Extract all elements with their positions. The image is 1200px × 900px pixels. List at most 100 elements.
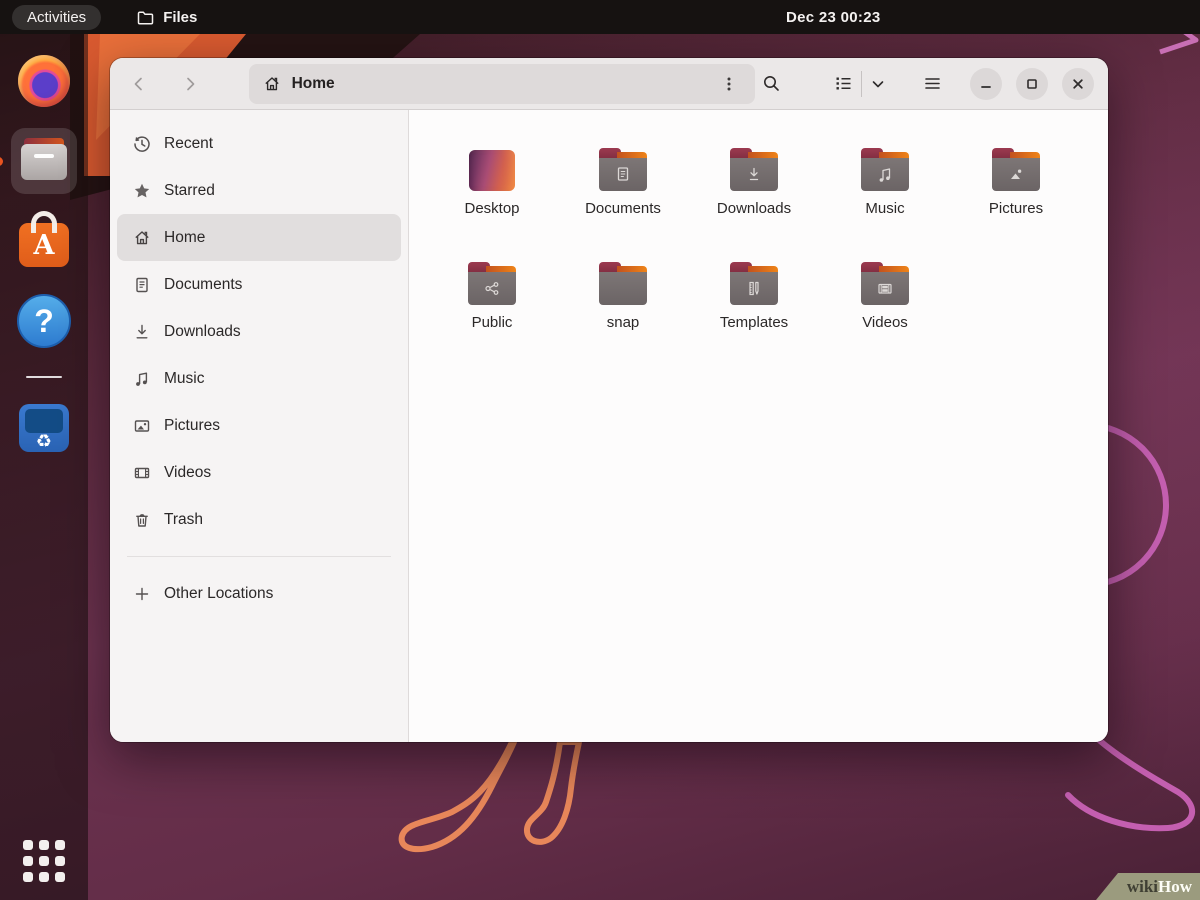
dock-divider bbox=[26, 376, 62, 378]
sidebar-item-label: Home bbox=[164, 228, 206, 246]
trash-icon bbox=[136, 513, 148, 527]
hamburger-menu-icon bbox=[924, 78, 940, 89]
folder-music-icon bbox=[861, 148, 909, 191]
watermark-wiki: wiki bbox=[1126, 876, 1158, 896]
sidebar-item-pictures[interactable]: Pictures bbox=[117, 402, 401, 449]
app-menu-label: Files bbox=[163, 8, 198, 26]
sidebar-item-label: Downloads bbox=[164, 322, 241, 340]
folder-share-icon bbox=[468, 262, 516, 305]
file-label: Downloads bbox=[716, 200, 792, 217]
location-menu-button[interactable] bbox=[713, 68, 745, 100]
dock-help[interactable]: ? bbox=[11, 288, 77, 354]
file-item-music[interactable]: Music bbox=[830, 148, 940, 248]
documents-icon bbox=[136, 277, 148, 292]
sidebar-item-starred[interactable]: Starred bbox=[117, 167, 401, 214]
file-grid: Desktop Documents Downloads Music Pictur… bbox=[437, 148, 1097, 362]
files-icon bbox=[21, 138, 67, 180]
file-item-documents[interactable]: Documents bbox=[568, 148, 678, 248]
dock-trash[interactable]: ♻ bbox=[11, 392, 77, 458]
minimize-icon bbox=[981, 85, 991, 88]
view-options-button[interactable] bbox=[864, 68, 892, 100]
files-window: Home Recent Starred Home Documents Downl… bbox=[110, 58, 1108, 742]
sidebar-item-label: Music bbox=[164, 369, 205, 387]
folder-icon bbox=[137, 11, 154, 24]
dock-ubuntu-software[interactable]: A bbox=[11, 208, 77, 274]
sidebar-item-videos[interactable]: Videos bbox=[117, 449, 401, 496]
current-location-label: Home bbox=[291, 74, 335, 92]
folder-templates-icon bbox=[730, 262, 778, 305]
music-icon bbox=[136, 372, 148, 386]
starred-icon bbox=[134, 183, 150, 197]
sidebar-item-label: Starred bbox=[164, 181, 215, 199]
sidebar-item-trash[interactable]: Trash bbox=[117, 496, 401, 543]
dock-files[interactable] bbox=[0, 128, 77, 194]
file-item-pictures[interactable]: Pictures bbox=[961, 148, 1071, 248]
sidebar-item-other-locations[interactable]: Other Locations bbox=[117, 570, 401, 617]
file-label: snap bbox=[606, 314, 640, 331]
sidebar-item-label: Pictures bbox=[164, 416, 220, 434]
sidebar-item-label: Videos bbox=[164, 463, 212, 481]
sidebar-item-downloads[interactable]: Downloads bbox=[117, 308, 401, 355]
pictures-icon bbox=[134, 419, 150, 432]
recent-icon bbox=[134, 135, 150, 152]
list-view-button[interactable] bbox=[827, 68, 859, 100]
kebab-menu-icon bbox=[727, 77, 731, 90]
close-button[interactable] bbox=[1062, 67, 1094, 100]
home-icon bbox=[135, 230, 149, 244]
path-bar[interactable]: Home bbox=[248, 63, 755, 104]
app-grid-button[interactable] bbox=[0, 840, 88, 882]
watermark-how: How bbox=[1158, 876, 1192, 896]
sidebar-item-music[interactable]: Music bbox=[117, 355, 401, 402]
maximize-button[interactable] bbox=[1016, 67, 1048, 100]
main-menu-button[interactable] bbox=[916, 68, 948, 100]
app-grid-icon bbox=[23, 840, 65, 882]
file-label: Pictures bbox=[988, 200, 1044, 217]
file-item-videos[interactable]: Videos bbox=[830, 262, 940, 362]
app-menu-files[interactable]: Files bbox=[137, 9, 197, 26]
file-item-public[interactable]: Public bbox=[437, 262, 547, 362]
forward-button[interactable] bbox=[175, 69, 205, 99]
file-label: Public bbox=[471, 314, 513, 331]
file-label: Desktop bbox=[464, 200, 520, 217]
sidebar-item-home[interactable]: Home bbox=[117, 214, 401, 261]
back-icon bbox=[134, 77, 142, 90]
desktop-gradient-icon bbox=[469, 150, 515, 191]
file-item-desktop[interactable]: Desktop bbox=[437, 148, 547, 248]
ubuntu-software-icon: A bbox=[19, 211, 69, 267]
folder-plain-icon bbox=[599, 262, 647, 305]
file-label: Videos bbox=[862, 314, 908, 331]
view-group-divider bbox=[861, 70, 862, 97]
header-bar: Home bbox=[110, 58, 1108, 110]
file-label: Documents bbox=[585, 200, 661, 217]
file-item-downloads[interactable]: Downloads bbox=[699, 148, 809, 248]
running-indicator bbox=[0, 157, 3, 166]
help-icon: ? bbox=[17, 294, 71, 348]
sidebar-item-recent[interactable]: Recent bbox=[117, 120, 401, 167]
dock-firefox[interactable] bbox=[11, 48, 77, 114]
list-view-icon bbox=[836, 77, 850, 90]
plus-icon bbox=[135, 587, 149, 600]
file-item-snap[interactable]: snap bbox=[568, 262, 678, 362]
maximize-icon bbox=[1027, 78, 1037, 89]
downloads-icon bbox=[136, 324, 148, 338]
trash-icon: ♻ bbox=[19, 404, 69, 452]
folder-pictures-icon bbox=[992, 148, 1040, 191]
file-item-templates[interactable]: Templates bbox=[699, 262, 809, 362]
top-bar: Activities Files Dec 23 00:23 bbox=[0, 0, 1200, 34]
search-button[interactable] bbox=[755, 68, 787, 100]
window-body: Recent Starred Home Documents Downloads … bbox=[110, 110, 1108, 742]
activities-button[interactable]: Activities bbox=[12, 4, 102, 30]
back-button[interactable] bbox=[124, 69, 154, 99]
minimize-button[interactable] bbox=[970, 67, 1002, 100]
header-right-cluster bbox=[755, 67, 1094, 100]
file-view[interactable]: Desktop Documents Downloads Music Pictur… bbox=[409, 110, 1108, 742]
firefox-icon bbox=[18, 55, 70, 107]
close-icon bbox=[1073, 78, 1083, 89]
sidebar-item-documents[interactable]: Documents bbox=[117, 261, 401, 308]
home-icon bbox=[264, 76, 279, 90]
sidebar-item-label: Documents bbox=[164, 275, 243, 293]
folder-documents-icon bbox=[599, 148, 647, 191]
clock[interactable]: Dec 23 00:23 bbox=[786, 0, 881, 34]
sidebar: Recent Starred Home Documents Downloads … bbox=[110, 110, 409, 742]
sidebar-item-label: Recent bbox=[164, 134, 214, 152]
